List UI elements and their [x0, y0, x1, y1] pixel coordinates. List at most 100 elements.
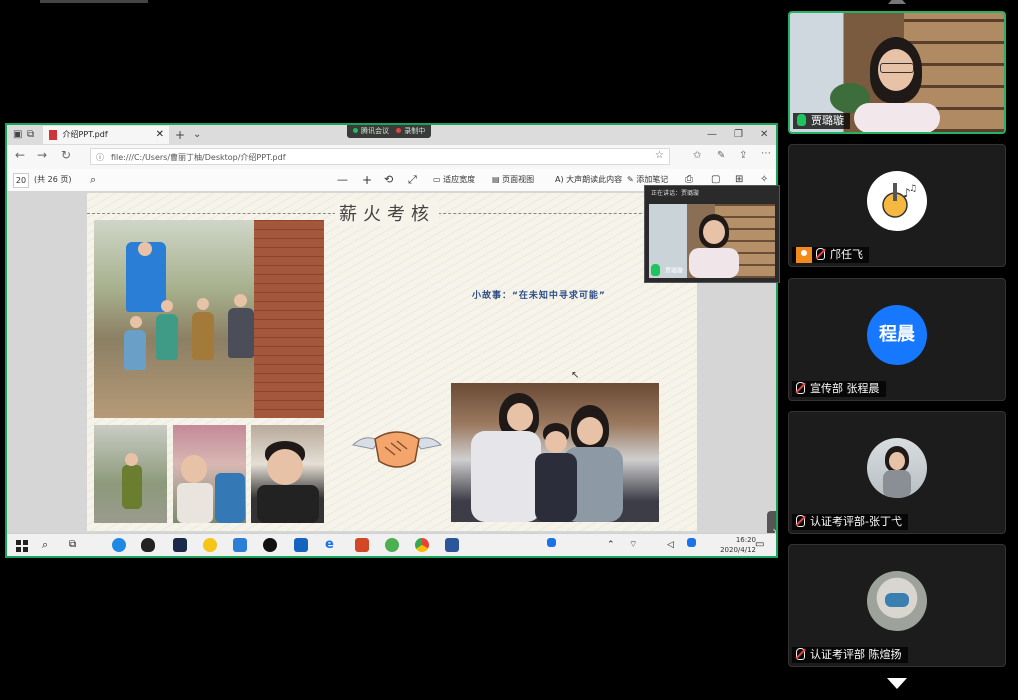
search-icon[interactable]: ⌕	[90, 169, 96, 191]
slide-photo-kids-walking	[94, 220, 324, 418]
app-mountain-icon[interactable]	[294, 538, 308, 552]
share-icon[interactable]: ⇪	[739, 150, 747, 161]
participant-name: 认证考评部 陈煊扬	[792, 647, 908, 663]
zoom-in-icon[interactable]: +	[362, 169, 372, 191]
refresh-icon[interactable]: ↻	[61, 148, 71, 162]
mic-on-icon	[797, 114, 806, 126]
wechat-icon[interactable]	[385, 538, 399, 552]
tray-app-icon[interactable]	[547, 538, 556, 547]
taskbar-clock[interactable]: 16:20 2020/4/12	[720, 535, 756, 555]
mic-muted-icon	[796, 515, 805, 527]
word-icon[interactable]	[445, 538, 459, 552]
url-text: file:///C:/Users/曹丽丁柚/Desktop/介绍PPT.pdf	[111, 153, 286, 162]
url-field[interactable]: ⓘ file:///C:/Users/曹丽丁柚/Desktop/介绍PPT.pd…	[90, 148, 670, 165]
sharing-indicator-icon	[353, 128, 358, 133]
qq-icon[interactable]	[141, 538, 155, 552]
windows-taskbar: ⌕ ⧉ e ⌃ ⌔ ◁ 16:20 2020/4/12 ▭	[7, 533, 776, 556]
participant-card-3[interactable]: 程晨 宣传部 张程晨	[788, 278, 1006, 401]
forward-arrow-icon[interactable]: →	[37, 148, 47, 162]
participant-card-4[interactable]: 认证考评部-张丁弋	[788, 411, 1006, 534]
participant-card-1[interactable]: 贾璐璇	[788, 11, 1006, 134]
task-view-icon[interactable]: ⧉	[69, 538, 83, 552]
notification-icon[interactable]: ▭	[755, 538, 769, 552]
slide-page: 薪火考核 小故事：“在未知中寻求可能” ↖	[87, 193, 697, 531]
edge-browser-icon[interactable]: e	[325, 538, 339, 552]
tab-actions-icon[interactable]: ⧉	[27, 125, 34, 145]
browser-tab-bar: ▣ ⧉ 介绍PPT.pdf ✕ + ⌄ 腾讯会议 录制中 — ❐ ✕	[7, 125, 776, 145]
tab-list-chevron-icon[interactable]: ⌄	[193, 125, 201, 145]
share-banner-right: 录制中	[404, 127, 426, 135]
app-yellow-icon[interactable]	[203, 538, 217, 552]
info-icon: ⓘ	[96, 153, 104, 162]
app-k-icon[interactable]	[112, 538, 126, 552]
address-bar-row: ← → ↻ ⓘ file:///C:/Users/曹丽丁柚/Desktop/介绍…	[7, 145, 776, 170]
read-aloud-button[interactable]: A) 大声朗读此内容	[555, 169, 622, 191]
vscode-icon[interactable]	[233, 538, 247, 552]
mouse-cursor-icon: ↖	[571, 370, 580, 381]
participant-name: 认证考评部-张丁弋	[792, 514, 908, 530]
recording-indicator-icon	[396, 128, 402, 133]
page-view-label: 页面视图	[502, 175, 535, 184]
slide-title: 薪火考核	[335, 200, 439, 226]
window-menu-icon[interactable]: ▣	[13, 125, 22, 145]
fit-label: 适应宽度	[443, 175, 476, 184]
slide-photo-child-blossom	[173, 425, 246, 523]
windows-start-icon[interactable]	[15, 538, 29, 552]
participant-avatar-text: 程晨	[867, 305, 927, 365]
minimize-button[interactable]: —	[707, 125, 717, 145]
clock-date: 2020/4/12	[720, 546, 756, 554]
fullscreen-icon[interactable]: ⤢	[408, 169, 417, 191]
tab-close-icon[interactable]: ✕	[156, 126, 164, 144]
meeting-share-banner: 腾讯会议 录制中	[347, 125, 432, 138]
chrome-icon[interactable]	[415, 538, 429, 552]
participant-name: 邝任飞	[792, 247, 869, 263]
participant-card-2[interactable]: ♪ ♫ 邝任飞	[788, 144, 1006, 267]
top-toolbar-strip	[40, 0, 148, 3]
mic-on-icon	[651, 264, 660, 276]
speaker-caption: 贾璐璇	[651, 264, 683, 277]
mic-muted-icon	[816, 248, 825, 260]
draw-label: 添加笔记	[636, 175, 669, 184]
svg-text:♫: ♫	[909, 184, 917, 194]
slide-photo-smiling-child	[251, 425, 324, 523]
page-number-input[interactable]: 20	[13, 173, 29, 188]
tray-volume-icon[interactable]: ◁	[667, 538, 681, 552]
tray-ime-icon[interactable]	[687, 538, 696, 547]
app-p-icon[interactable]	[263, 538, 277, 552]
participant-avatar-music: ♪ ♫	[867, 171, 927, 231]
page-total: (共 26 页)	[34, 175, 72, 184]
powerpoint-icon[interactable]	[355, 538, 369, 552]
host-badge-icon	[796, 247, 812, 263]
fit-button[interactable]: ▭ 适应宽度	[433, 169, 475, 191]
window-close-button[interactable]: ✕	[760, 125, 768, 145]
mic-muted-icon	[796, 648, 805, 660]
mic-muted-icon	[796, 382, 805, 394]
slide-photo-child-path	[94, 425, 167, 523]
favorite-star-icon[interactable]: ☆	[655, 150, 664, 161]
rotate-icon[interactable]: ⟲	[384, 169, 393, 191]
back-arrow-icon[interactable]: ←	[15, 148, 25, 162]
participant-name: 贾璐璇	[793, 113, 850, 129]
more-menu-icon[interactable]: ⋯	[761, 148, 771, 159]
pdf-file-icon	[49, 129, 57, 140]
handshake-wings-icon	[351, 431, 443, 468]
scroll-up-icon[interactable]	[888, 0, 906, 4]
scroll-down-icon[interactable]	[887, 678, 907, 689]
new-tab-button[interactable]: +	[175, 125, 185, 145]
participant-card-5[interactable]: 认证考评部 陈煊扬	[788, 544, 1006, 667]
clock-time: 16:20	[735, 536, 756, 544]
share-banner-left: 腾讯会议	[361, 127, 389, 135]
page-view-button[interactable]: ▤ 页面视图	[492, 169, 534, 191]
zoom-out-icon[interactable]: —	[337, 169, 348, 191]
browser-tab[interactable]: 介绍PPT.pdf ✕	[43, 126, 169, 144]
photoshop-icon[interactable]	[173, 538, 187, 552]
floating-speaker-video[interactable]: 正在讲话：贾璐璇 贾璐璇	[644, 185, 780, 283]
pen-icon[interactable]: ✎	[717, 150, 725, 161]
tray-chevron-icon[interactable]: ⌃	[607, 538, 621, 552]
search-taskbar-icon[interactable]: ⌕	[42, 538, 56, 552]
participant-avatar-animal	[867, 571, 927, 631]
slide-subtitle: 小故事：“在未知中寻求可能”	[472, 291, 606, 301]
favorites-icon[interactable]: ✩	[693, 150, 701, 161]
maximize-button[interactable]: ❐	[734, 125, 743, 145]
tray-network-icon[interactable]: ⌔	[629, 538, 643, 552]
